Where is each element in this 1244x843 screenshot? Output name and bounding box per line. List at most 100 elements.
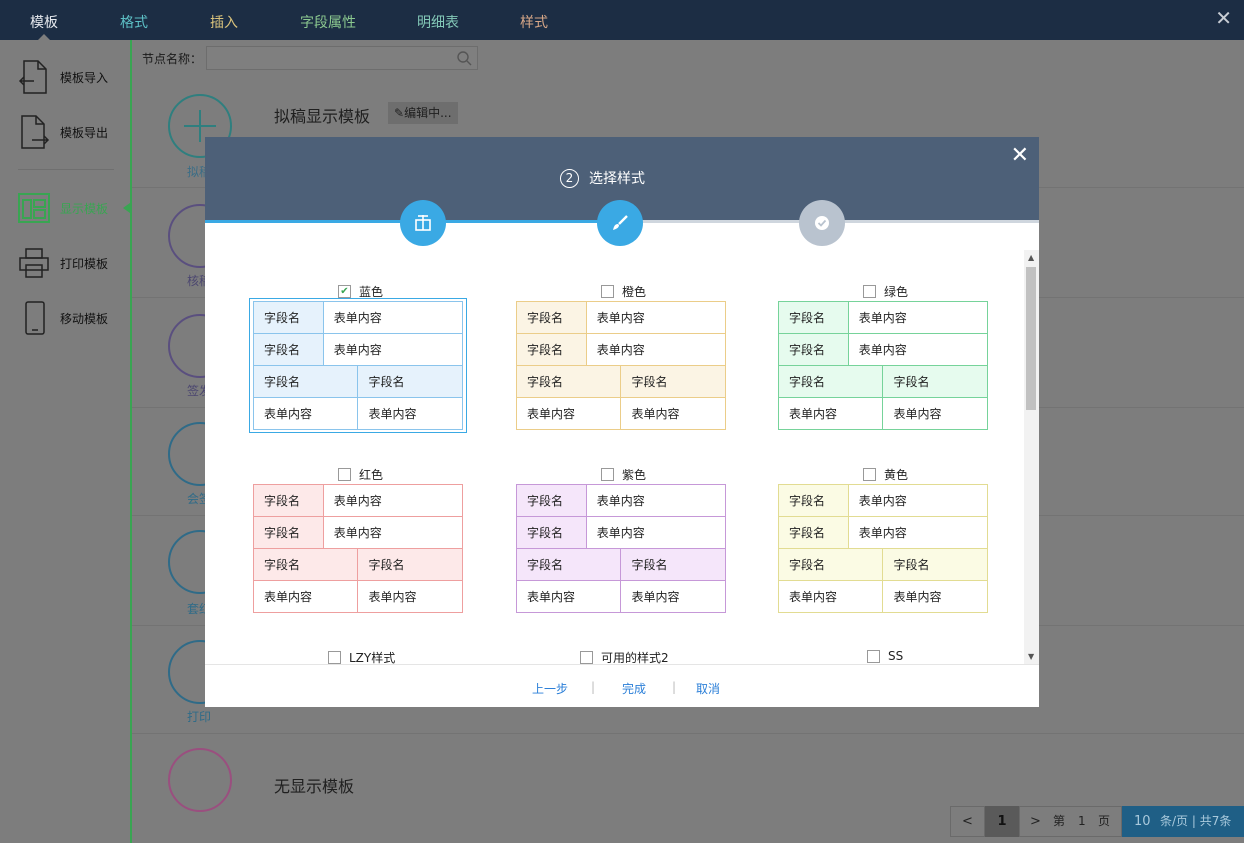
scroll-down-icon[interactable]: ▼ [1028,652,1034,661]
tab-template[interactable]: 模板 [30,12,58,32]
tab-style[interactable]: 样式 [520,12,548,32]
style-preview-table[interactable]: 字段名 表单内容 字段名 表单内容 字段名 字段名 表单内容 表单内容 [777,301,989,430]
content-cell: 表单内容 [620,580,726,613]
content-cell: 表单内容 [777,397,884,430]
checkbox[interactable] [601,468,614,481]
checkbox[interactable] [863,468,876,481]
tab-format[interactable]: 格式 [120,12,148,32]
close-icon[interactable]: ✕ [1011,143,1029,168]
inbox-icon[interactable] [168,748,232,812]
tab-field-props[interactable]: 字段属性 [300,12,356,32]
sidebar-item-print-template[interactable]: 打印模板 [18,243,108,283]
pager-page-button[interactable]: 1 [985,806,1019,837]
style-option[interactable]: 紫色 [601,466,646,483]
style-option[interactable]: 可用的样式2 [580,649,669,664]
style-name: SS [888,649,904,663]
prev-step-button[interactable]: 上一步 [532,680,568,697]
style-option[interactable]: 红色 [338,466,383,483]
template-title: 无显示模板 [274,777,355,796]
sidebar-item-label: 显示模板 [60,201,109,216]
content-cell: 表单内容 [357,397,463,430]
scroll-up-icon[interactable]: ▲ [1028,253,1034,262]
checkbox-checked[interactable]: ✔ [338,285,351,298]
template-title: 拟稿显示模板 [274,107,371,126]
field-name-cell: 字段名 [253,516,324,549]
sidebar-item-display-template[interactable]: 显示模板 [18,188,108,228]
content-cell: 表单内容 [585,333,727,366]
tab-insert[interactable]: 插入 [210,12,238,32]
footer-separator: | [591,680,596,694]
scrollbar[interactable]: ▲ ▼ [1024,250,1039,664]
style-preview-table[interactable]: 字段名 表单内容 字段名 表单内容 字段名 字段名 表单内容 表单内容 [515,301,727,430]
pager-current[interactable]: 1 [1078,807,1086,836]
pager-di: 第 [1053,814,1066,828]
content-cell: 表单内容 [322,333,464,366]
search-label: 节点名称： [142,52,203,66]
checkbox[interactable] [867,649,880,663]
content-cell: 表单内容 [882,580,988,613]
style-option[interactable]: LZY样式 [328,649,395,664]
sidebar-item-label: 模板导出 [60,125,109,140]
style-name: 红色 [359,468,384,482]
style-option[interactable]: 黄色 [863,466,908,483]
mobile-icon [25,301,45,335]
field-name-cell: 字段名 [777,365,884,398]
content-cell: 表单内容 [620,397,726,430]
import-icon [18,60,47,94]
pager-size[interactable]: 10 条/页 | 共7条 [1122,806,1244,837]
field-name-cell: 字段名 [516,484,587,517]
content-cell: 表单内容 [322,484,464,517]
sidebar-item-export[interactable]: 模板导出 [18,112,108,152]
content-cell: 表单内容 [847,484,989,517]
sidebar-separator [18,169,114,170]
checkbox[interactable] [328,651,341,664]
checkbox[interactable] [338,468,351,481]
pager-ye: 页 [1098,814,1111,828]
search-input[interactable] [206,46,478,70]
field-name-cell: 字段名 [777,548,884,581]
content-cell: 表单内容 [777,580,884,613]
page-size-value[interactable]: 10 [1134,806,1151,837]
step-check-icon[interactable] [799,200,845,246]
field-name-cell: 字段名 [515,365,622,398]
step-field-icon[interactable] [400,200,446,246]
content-cell: 表单内容 [322,516,464,549]
sidebar-item-label: 打印模板 [60,256,109,271]
pager-nav: > 第 1 页 [1019,806,1122,837]
field-name-cell: 字段名 [882,548,988,581]
field-name-cell: 字段名 [357,548,463,581]
style-option[interactable]: 橙色 [601,283,646,300]
scrollbar-thumb[interactable] [1026,267,1036,410]
field-name-cell: 字段名 [252,548,359,581]
field-name-cell: 字段名 [357,365,463,398]
sidebar-item-mobile-template[interactable]: 移动模板 [18,298,108,338]
tab-detail-table[interactable]: 明细表 [417,12,459,32]
finish-button[interactable]: 完成 [622,680,646,697]
style-preview-table[interactable]: 字段名 表单内容 字段名 表单内容 字段名 字段名 表单内容 表单内容 [515,484,727,613]
field-name-cell: 字段名 [778,484,849,517]
field-name-cell: 字段名 [253,301,324,334]
style-option[interactable]: 绿色 [863,283,908,300]
sidebar-item-import[interactable]: 模板导入 [18,57,108,97]
sidebar [0,40,130,843]
cancel-button[interactable]: 取消 [696,680,720,697]
pager-prev-button[interactable]: < [950,806,985,837]
layout-icon [18,193,50,223]
editing-badge[interactable]: ✎编辑中... [388,102,458,124]
close-icon[interactable]: ✕ [1215,6,1232,30]
top-menu-bar: 模板 格式 插入 字段属性 明细表 样式 ✕ [0,0,1244,40]
badge-label: 编辑中... [404,106,452,120]
style-preview-table[interactable]: 字段名 表单内容 字段名 表单内容 字段名 字段名 表单内容 表单内容 [252,484,464,613]
checkbox[interactable] [601,285,614,298]
field-name-cell: 字段名 [778,516,849,549]
content-cell: 表单内容 [252,580,359,613]
search-icon[interactable] [457,51,472,66]
style-preview-table[interactable]: 字段名 表单内容 字段名 表单内容 字段名 字段名 表单内容 表单内容 [777,484,989,613]
pager-next-button[interactable]: > [1030,807,1041,836]
row-caption: 打印 [187,710,212,724]
style-option[interactable]: SS [867,649,903,663]
step-brush-icon[interactable] [597,200,643,246]
checkbox[interactable] [863,285,876,298]
style-preview-table[interactable]: 字段名 表单内容 字段名 表单内容 字段名 字段名 表单内容 表单内容 [252,301,464,430]
checkbox[interactable] [580,651,593,664]
